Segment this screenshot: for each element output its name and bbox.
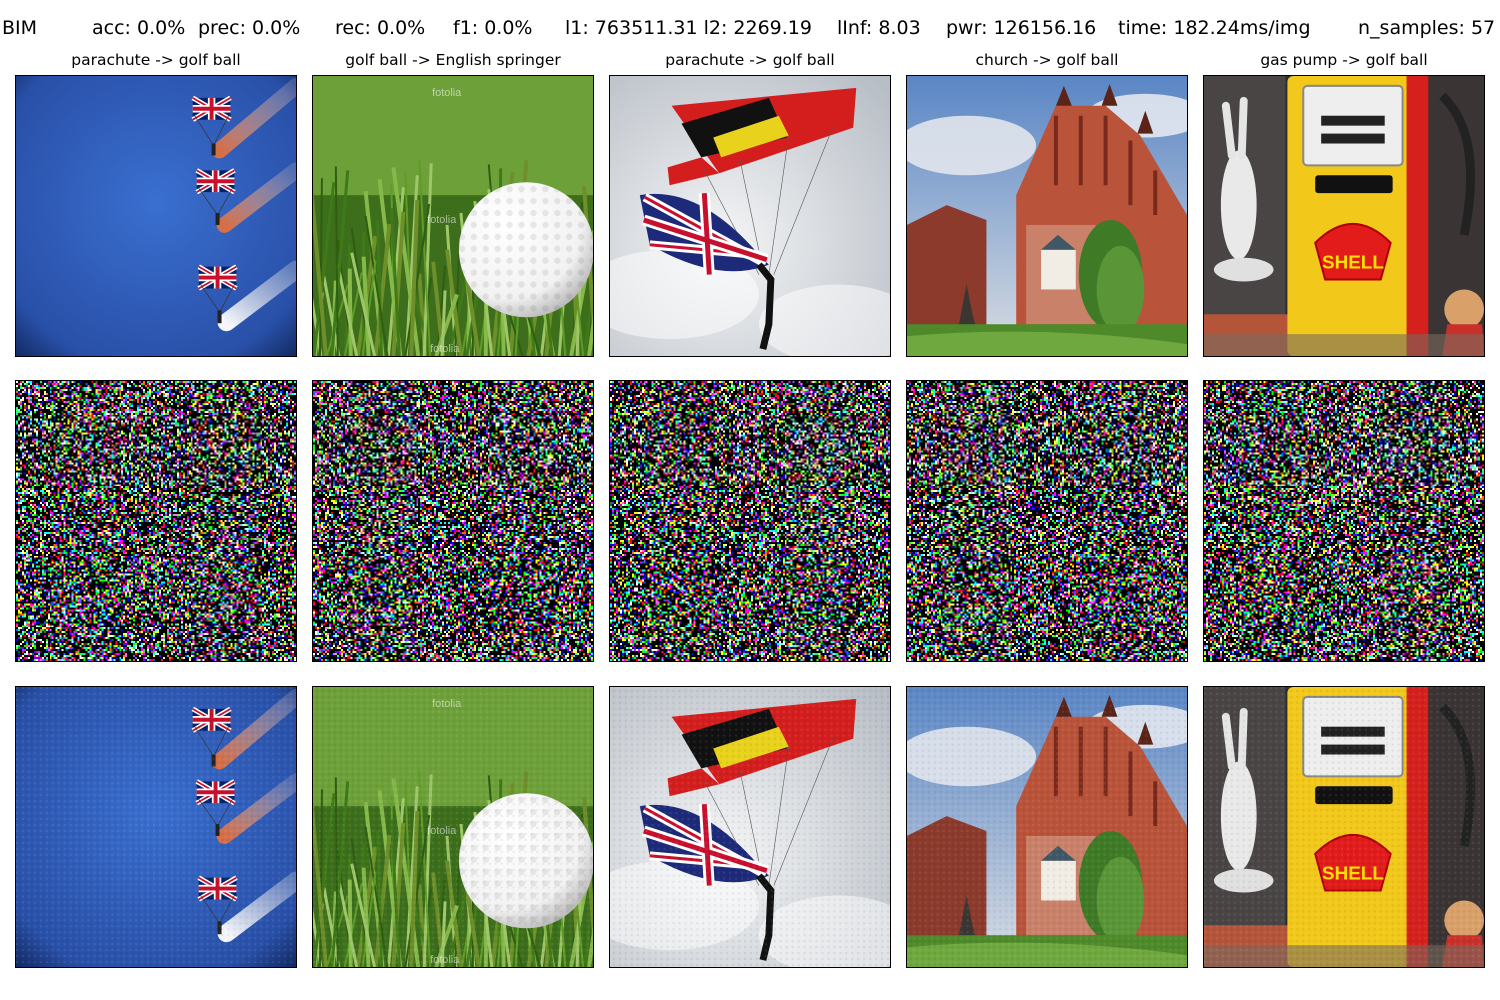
red-brick-church-photo <box>907 76 1187 356</box>
recall-metric: rec: 0.0% <box>335 17 426 39</box>
golf-ball-on-grass-photo: fotolia fotolia fotolia <box>313 687 593 967</box>
original-image-panel-5: SHELL <box>1203 75 1485 357</box>
noise-pattern <box>907 381 1187 661</box>
power-metric: pwr: 126156.16 <box>946 17 1097 39</box>
adversarial-image-panel-1 <box>15 686 297 968</box>
parachutists-photo <box>16 687 296 967</box>
original-image-panel-3 <box>609 75 891 357</box>
golf-ball-on-grass-photo: fotolia fotolia fotolia <box>313 76 593 356</box>
noise-pattern <box>16 381 296 661</box>
svg-text:fotolia: fotolia <box>427 214 457 226</box>
noise-pattern <box>1204 381 1484 661</box>
linf-metric: lInf: 8.03 <box>837 17 921 39</box>
time-metric: time: 182.24ms/img <box>1118 17 1311 39</box>
perturbation-panel-2 <box>312 380 594 662</box>
f1-metric: f1: 0.0% <box>453 17 533 39</box>
red-brick-church-photo <box>907 687 1187 967</box>
svg-text:SHELL: SHELL <box>1322 252 1384 273</box>
adversarial-image-panel-5: SHELL <box>1203 686 1485 968</box>
column-title-2: golf ball -> English springer <box>345 51 561 69</box>
parachutists-photo <box>16 76 296 356</box>
perturbation-panel-3 <box>609 380 891 662</box>
original-image-panel-1 <box>15 75 297 357</box>
perturbation-panel-4 <box>906 380 1188 662</box>
column-title-1: parachute -> golf ball <box>71 51 241 69</box>
perturbation-panel-5 <box>1203 380 1485 662</box>
accuracy-metric: acc: 0.0% <box>92 17 186 39</box>
svg-text:fotolia: fotolia <box>430 343 460 355</box>
column-title-4: church -> golf ball <box>975 51 1119 69</box>
original-image-panel-2: fotolia fotolia fotolia <box>312 75 594 357</box>
adversarial-image-panel-4 <box>906 686 1188 968</box>
noise-pattern <box>610 381 890 661</box>
adversarial-image-panel-2: fotolia fotolia fotolia <box>312 686 594 968</box>
column-title-3: parachute -> golf ball <box>665 51 835 69</box>
precision-metric: prec: 0.0% <box>198 17 301 39</box>
svg-text:fotolia: fotolia <box>432 87 462 99</box>
original-image-panel-4 <box>906 75 1188 357</box>
column-title-5: gas pump -> golf ball <box>1260 51 1428 69</box>
shell-gas-pump-photo: SHELL <box>1204 76 1484 356</box>
method-label: BIM <box>2 17 38 39</box>
perturbation-panel-1 <box>15 380 297 662</box>
noise-pattern <box>313 381 593 661</box>
adversarial-image-panel-3 <box>609 686 891 968</box>
sample-count: n_samples: 57 <box>1358 17 1496 39</box>
l1-l2-metric: l1: 763511.31 l2: 2269.19 <box>565 17 812 39</box>
shell-gas-pump-photo: SHELL <box>1204 687 1484 967</box>
parachute-union-flag-photo <box>610 76 890 356</box>
parachute-union-flag-photo <box>610 687 890 967</box>
